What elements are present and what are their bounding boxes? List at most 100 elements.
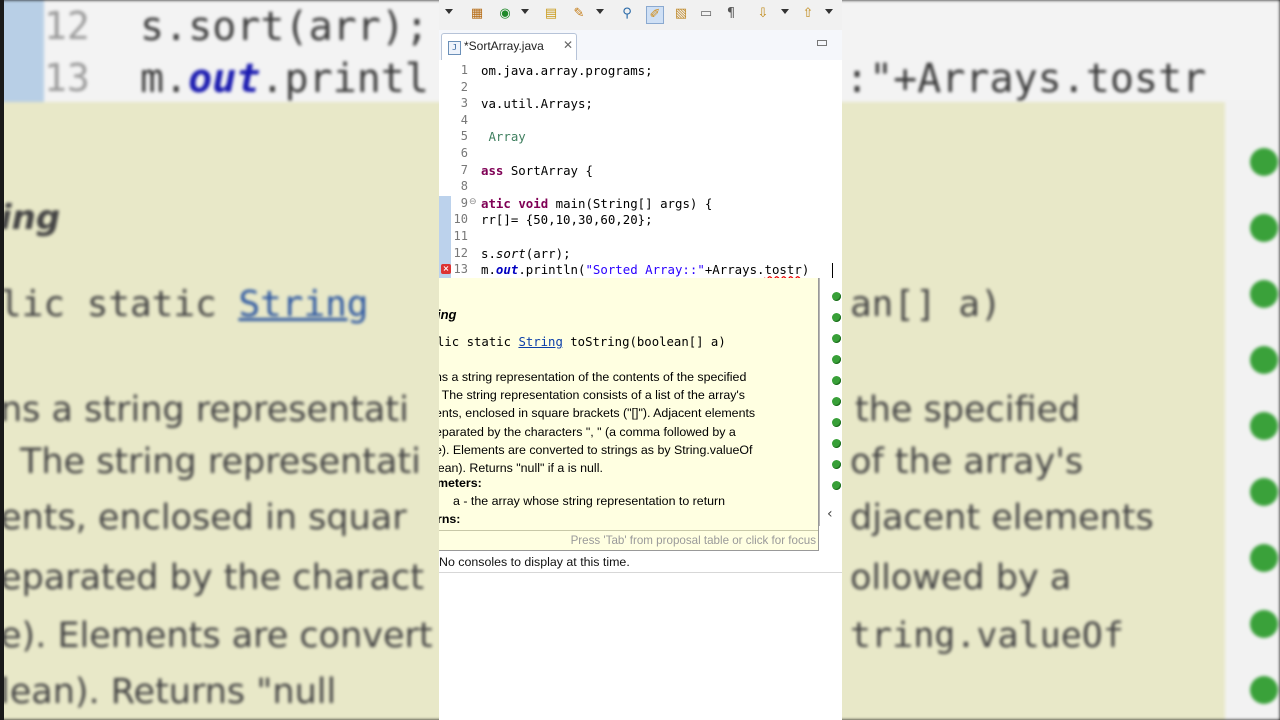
line-number: 10 [453, 212, 468, 227]
bg-sig-link: String [238, 284, 369, 325]
proposal-list[interactable]: ‹ [819, 278, 842, 526]
error-marker-icon[interactable]: × [441, 264, 451, 275]
next-annotation-icon[interactable]: ⇩ [755, 6, 771, 22]
public-method-icon[interactable] [832, 292, 841, 301]
open-type-icon[interactable]: ▤ [543, 6, 559, 22]
toggle-breadcrumb-icon[interactable]: ▧ [673, 6, 689, 22]
code-line: 2 [439, 80, 842, 96]
code-token: ) [801, 262, 810, 278]
editor-tab-label: *SortArray.java [464, 39, 544, 53]
bg-code-text: :"+Arrays.tostr [845, 56, 1207, 102]
signature-suffix: toString(boolean[] a) [562, 335, 726, 349]
bg-doc-line: eparated by the charact [0, 558, 424, 598]
focus-hint: Press 'Tab' from proposal table or click… [570, 534, 816, 547]
scroll-left-icon[interactable]: ‹ [827, 506, 833, 522]
bg-doc-line-right: ollowed by a [850, 558, 1072, 598]
editor-tab-sortarray[interactable]: J *SortArray.java ✕ [441, 33, 577, 60]
code-line: 7 ass SortArray { [439, 163, 842, 179]
run-icon[interactable]: ◉ [497, 6, 513, 22]
bg-doc-line-right: tring.valueOf [850, 616, 1124, 656]
dropdown-caret-icon[interactable] [781, 9, 789, 14]
code-token: out [495, 262, 519, 278]
bg-doc-line: ns a string representati [0, 390, 409, 430]
code-token: om.java.array.programs; [481, 63, 653, 78]
bg-proposal-dot [1250, 412, 1278, 440]
new-wizard-icon[interactable]: ✎ [571, 6, 587, 22]
public-method-icon[interactable] [832, 397, 841, 406]
bg-sig-right: an[] a) [850, 284, 1002, 325]
bg-doc-line: ents, enclosed in squar [0, 498, 407, 538]
javadoc-description: ns a string representation of the conten… [439, 368, 807, 477]
code-token: s. [481, 245, 496, 261]
toolbar: ▦ ◉ ▤ ✎ ⚲ ✐ ▧ ▭ ¶ ⇩ ⇧ [439, 0, 842, 31]
javadoc-desc-line: e). Elements are converted to strings as… [439, 442, 753, 457]
code-token: sort [495, 245, 526, 261]
code-line: 6 [439, 146, 842, 162]
string-type-link[interactable]: String [518, 335, 562, 349]
bg-line-number: 12 [44, 4, 90, 48]
public-method-icon[interactable] [832, 418, 841, 427]
mark-occurrences-icon[interactable]: ✐ [646, 6, 664, 24]
bg-sig-text: lic static [0, 284, 217, 325]
package-icon[interactable]: ▦ [469, 6, 485, 22]
code-token: "Sorted Array::" [585, 262, 705, 278]
public-method-icon[interactable] [832, 313, 841, 322]
bg-proposal-dot [1250, 610, 1278, 638]
close-icon[interactable]: ✕ [563, 38, 573, 52]
code-token: Array [481, 129, 526, 145]
code-line: 10 rr[]= {50,10,30,60,20}; [439, 212, 842, 228]
dropdown-caret-icon[interactable] [445, 9, 453, 14]
fold-toggle-icon[interactable]: ⊖ [469, 197, 477, 207]
javadoc-title: ing [439, 307, 457, 322]
bg-proposal-dot [1250, 346, 1278, 374]
bg-doc-line: The string representati [20, 442, 421, 482]
public-method-icon[interactable] [832, 439, 841, 448]
bg-code-text: s.sort(arr); [140, 4, 429, 50]
editor-tab-bar: J *SortArray.java ✕ [439, 30, 842, 61]
code-line: 8 [439, 179, 842, 195]
signature-prefix: lic static [439, 335, 519, 349]
bg-line-number: 13 [44, 56, 90, 100]
code-token: m. [481, 262, 496, 278]
public-method-icon[interactable] [832, 376, 841, 385]
code-text: om.java.array.programs; [481, 63, 653, 78]
show-whitespace-icon[interactable]: ¶ [723, 6, 739, 22]
public-method-icon[interactable] [832, 355, 841, 364]
console-body [439, 573, 842, 720]
search-icon[interactable]: ⚲ [619, 6, 635, 22]
code-token: va.util.Arrays; [481, 96, 593, 112]
bg-proposal-dot [1250, 148, 1278, 176]
code-line: 5 Array [439, 129, 842, 145]
bg-gutter [0, 0, 44, 102]
code-line: 1 om.java.array.programs; [439, 63, 842, 79]
dropdown-caret-icon[interactable] [521, 9, 529, 14]
left-edge [0, 0, 4, 720]
code-text: m.out.println("Sorted Array::"+Arrays.to… [481, 262, 809, 277]
bg-code-text: m. [140, 56, 189, 102]
bg-doc-line: e). Elements are convert [0, 616, 433, 656]
code-token: rr[]= {50,10,30,60,20}; [481, 212, 653, 228]
bg-code-line: m.out.printl [140, 56, 429, 102]
bg-proposal-dot [1250, 676, 1278, 704]
public-method-icon[interactable] [832, 460, 841, 469]
previous-annotation-icon[interactable]: ⇧ [800, 6, 816, 22]
javadoc-popup[interactable]: ing lic static String toString(boolean[]… [439, 278, 819, 551]
line-number: 11 [453, 229, 468, 243]
code-text: va.util.Arrays; [481, 96, 593, 111]
line-number: 2 [460, 79, 468, 94]
minimize-icon[interactable] [817, 40, 827, 46]
public-method-icon[interactable] [832, 334, 841, 343]
code-text: ass SortArray { [481, 163, 593, 178]
bg-doc-line-right: of the array's [850, 442, 1084, 482]
block-selection-icon[interactable]: ▭ [698, 6, 714, 22]
line-number: 4 [460, 112, 468, 127]
code-text: s.sort(arr); [481, 246, 571, 261]
code-token: .println( [518, 262, 586, 278]
ide-window: ▦ ◉ ▤ ✎ ⚲ ✐ ▧ ▭ ¶ ⇩ ⇧ J *SortArray.java … [439, 0, 842, 720]
code-editor[interactable]: 1 om.java.array.programs; 2 3 va.util.Arrays… [439, 60, 842, 278]
public-method-icon[interactable] [832, 481, 841, 490]
code-line: 11 [439, 229, 842, 245]
dropdown-caret-icon[interactable] [825, 9, 833, 14]
dropdown-caret-icon[interactable] [596, 9, 604, 14]
line-number: 12 [453, 245, 468, 260]
